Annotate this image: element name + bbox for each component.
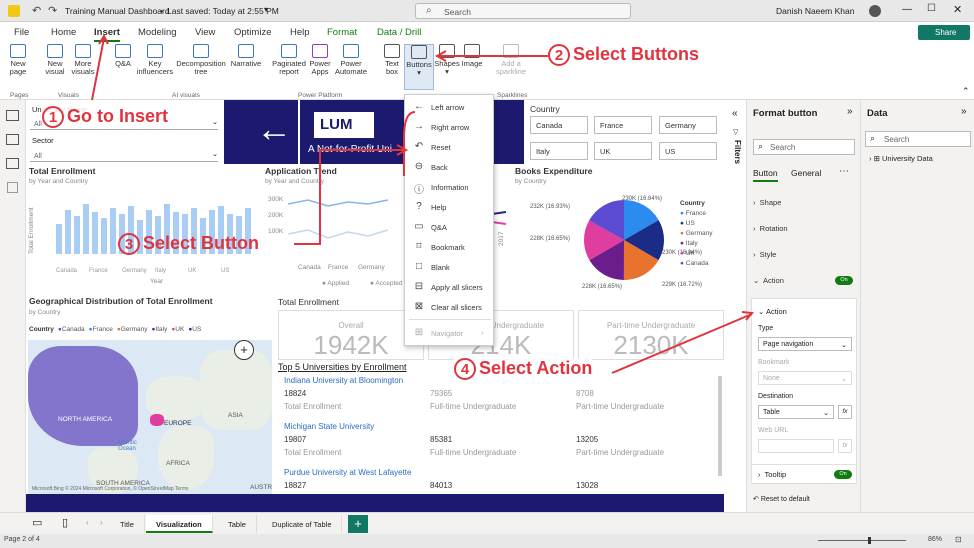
callout-3: 3 Select Button <box>118 233 259 256</box>
callout-1: 1 Go to Insert <box>42 106 169 129</box>
callout-2: 2 Select Buttons <box>548 44 699 67</box>
bracket-3 <box>403 111 416 176</box>
callout-4: 4 Select Action <box>454 358 593 381</box>
arrow-1 <box>91 37 105 101</box>
arrow-3 <box>294 149 405 245</box>
annotation-arrows <box>91 33 755 374</box>
arrow-4 <box>611 313 753 374</box>
